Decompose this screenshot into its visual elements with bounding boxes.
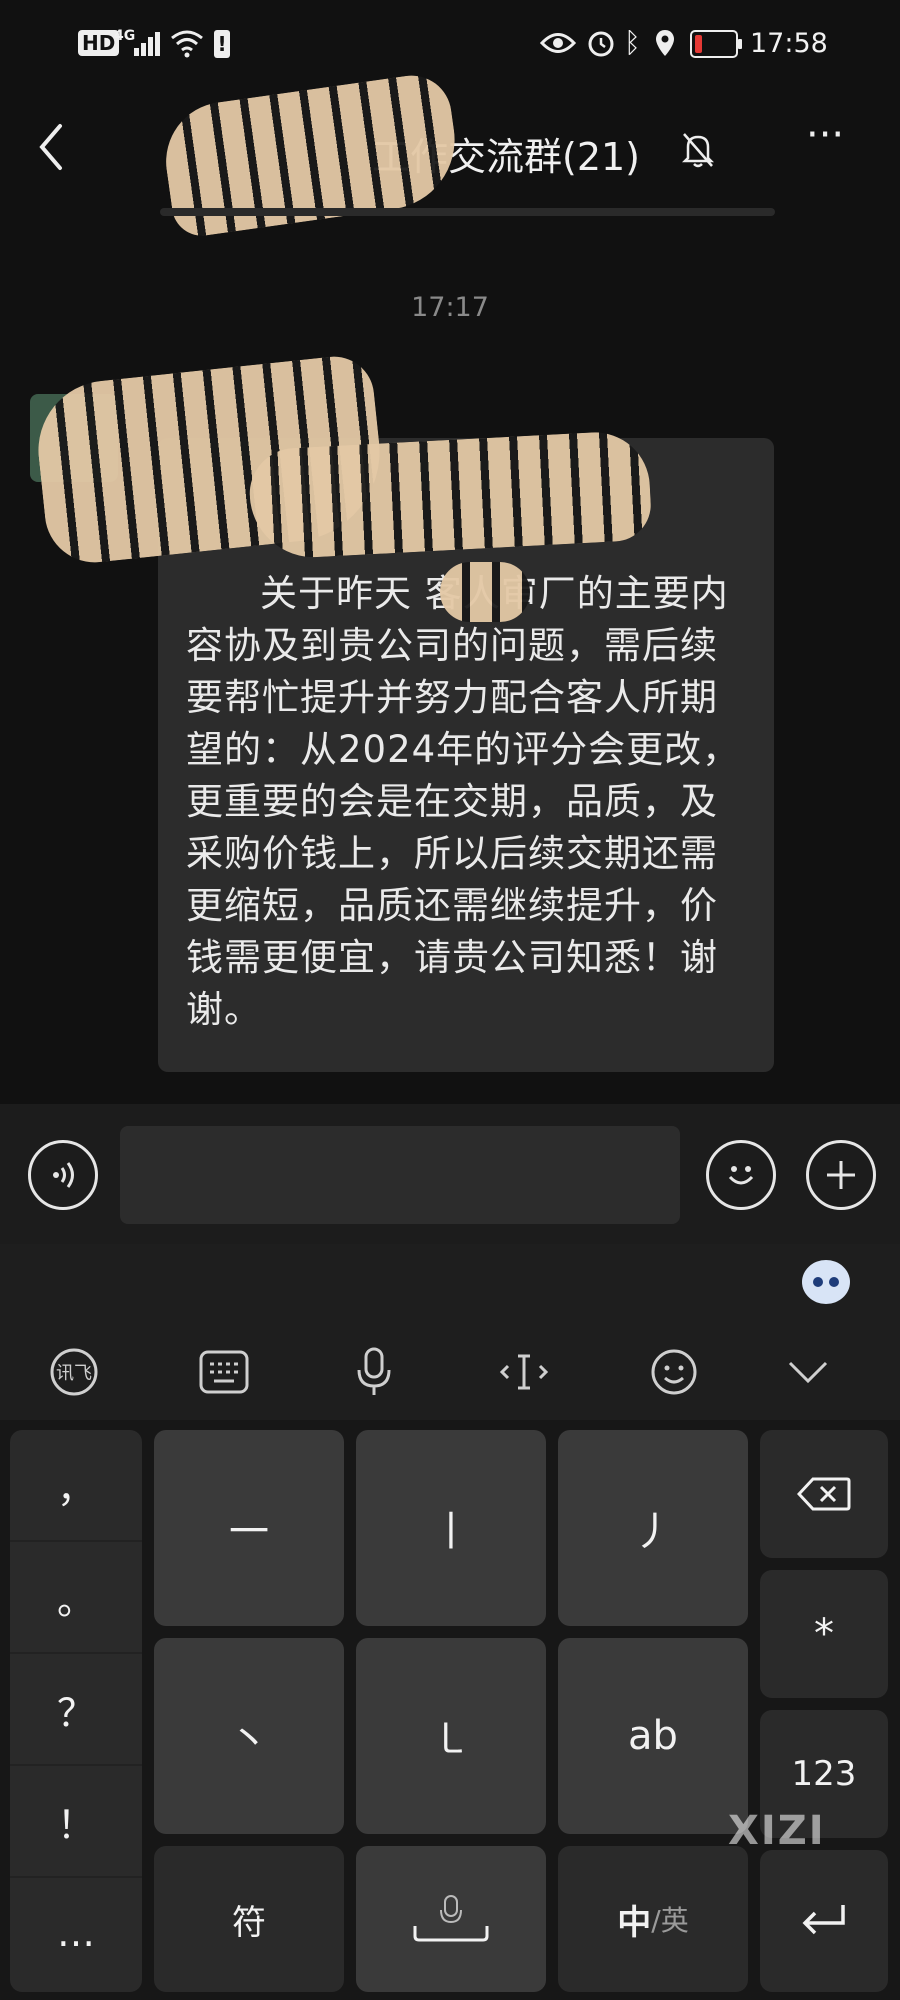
key-question[interactable]: ？ xyxy=(10,1654,142,1766)
lang-main-label: 中 xyxy=(617,1902,652,1943)
status-bar: HD 4G ! ᛒ 17:58 xyxy=(0,0,900,90)
time-separator: 17:17 xyxy=(411,292,489,323)
key-comma[interactable]: ， xyxy=(10,1430,142,1542)
redaction-mark xyxy=(247,429,653,561)
key-stroke-shu[interactable]: 丨 xyxy=(356,1430,546,1626)
key-stroke-zhe[interactable]: ㇄ xyxy=(356,1638,546,1834)
keyboard-layout-icon[interactable] xyxy=(196,1344,252,1400)
location-icon xyxy=(656,30,674,56)
ime-logo-icon[interactable]: 讯飞 xyxy=(46,1344,102,1400)
back-icon[interactable] xyxy=(36,122,66,172)
space-key[interactable] xyxy=(356,1846,546,1992)
clock: 17:58 xyxy=(750,28,828,59)
emoji-keyboard-icon[interactable] xyxy=(646,1344,702,1400)
key-stroke-dian[interactable]: 丶 xyxy=(154,1638,344,1834)
key-symbols[interactable]: 符 xyxy=(154,1846,344,1992)
emoji-icon[interactable] xyxy=(706,1140,776,1210)
add-icon[interactable] xyxy=(806,1140,876,1210)
wifi-icon xyxy=(171,30,203,58)
microphone-icon[interactable] xyxy=(346,1344,402,1400)
watermark: XIZI xyxy=(728,1808,826,1854)
key-area: ， 。 ？ ！ … 一 丨 丿 丶 ㇄ ab * 123 符 中/英 xyxy=(0,1420,900,2000)
svg-text:讯飞: 讯飞 xyxy=(56,1363,92,1384)
space-mic-icon xyxy=(413,1895,489,1942)
key-ellipsis[interactable]: … xyxy=(10,1878,142,1988)
input-bar xyxy=(0,1104,900,1244)
alert-icon: ! xyxy=(214,30,230,58)
key-ab[interactable]: ab xyxy=(558,1638,748,1834)
signal-icon xyxy=(134,32,160,56)
collapse-keyboard-icon[interactable] xyxy=(780,1344,836,1400)
redaction-mark xyxy=(440,562,530,622)
alarm-icon xyxy=(588,31,614,57)
punctuation-column[interactable]: ， 。 ？ ！ … xyxy=(10,1430,142,1992)
voice-input-icon[interactable] xyxy=(28,1140,98,1210)
header-divider xyxy=(160,208,775,216)
mute-bell-icon xyxy=(681,133,715,168)
bluetooth-icon: ᛒ xyxy=(624,26,641,59)
backspace-key[interactable] xyxy=(760,1430,888,1558)
key-period[interactable]: 。 xyxy=(10,1542,142,1654)
language-switch-key[interactable]: 中/英 xyxy=(558,1846,748,1992)
eye-icon xyxy=(540,33,576,53)
message-input[interactable] xyxy=(120,1126,680,1224)
lang-alt-label: /英 xyxy=(651,1904,689,1937)
keyboard: 讯飞 ， 。 ？ ！ … 一 丨 丿 丶 ㇄ ab * 123 符 中 /英 xyxy=(0,1244,900,2000)
cursor-move-icon[interactable] xyxy=(496,1344,552,1400)
key-stroke-heng[interactable]: 一 xyxy=(154,1430,344,1626)
key-star[interactable]: * xyxy=(760,1570,888,1698)
chat-header: 某某某某工作交流群(21) ··· xyxy=(0,70,900,240)
enter-icon xyxy=(802,1905,845,1935)
more-options-icon[interactable]: ··· xyxy=(806,115,852,155)
assistant-icon[interactable] xyxy=(802,1260,850,1304)
enter-key[interactable] xyxy=(760,1850,888,1992)
backspace-icon xyxy=(797,1477,851,1511)
battery-icon xyxy=(690,30,742,58)
key-stroke-pie[interactable]: 丿 xyxy=(558,1430,748,1626)
key-exclamation[interactable]: ！ xyxy=(10,1766,142,1878)
message-text: 关于昨天 客人审厂的主要内容协及到贵公司的问题，需后续要帮忙提升并努力配合客人所… xyxy=(186,572,741,1031)
